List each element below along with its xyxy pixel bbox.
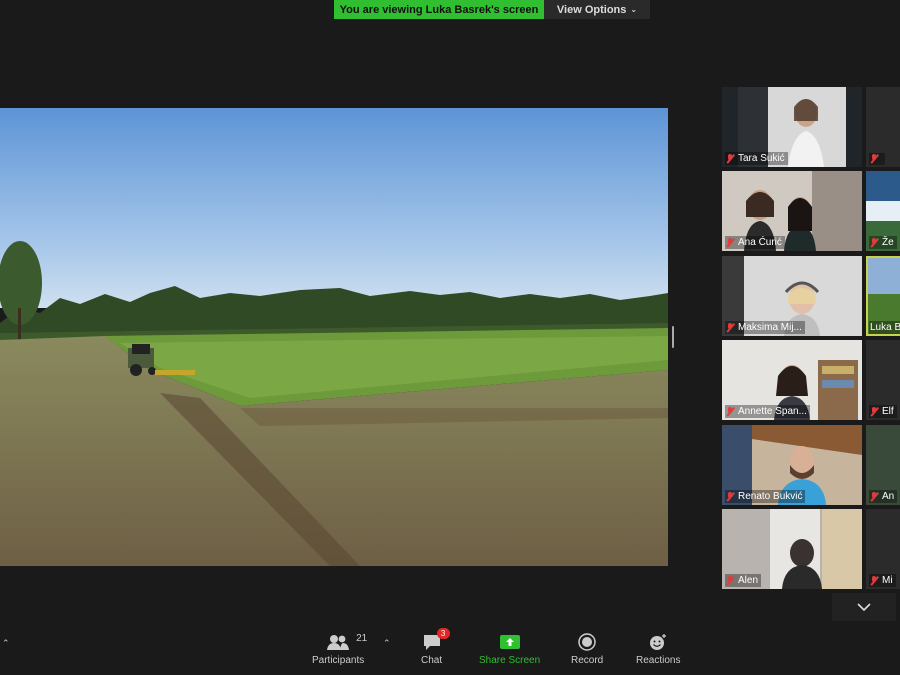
- chevron-up-icon[interactable]: ⌃: [2, 638, 10, 649]
- participant-tile[interactable]: Že: [866, 171, 900, 251]
- participant-tile[interactable]: [866, 87, 900, 167]
- muted-mic-icon: [870, 406, 879, 417]
- participant-name: An: [882, 491, 895, 502]
- participant-name: Mi: [882, 575, 893, 586]
- reactions-icon: [650, 634, 667, 650]
- participant-name: Renato Bukvić: [738, 491, 803, 502]
- participant-name: Tara Sukić: [738, 153, 785, 164]
- participant-name: Že: [882, 237, 894, 248]
- participant-tile[interactable]: Tara Sukić: [722, 87, 862, 167]
- chat-label: Chat: [421, 655, 443, 666]
- muted-mic-icon: [870, 154, 879, 164]
- share-screen-icon: [499, 635, 520, 649]
- share-screen-button[interactable]: Share Screen: [479, 632, 540, 666]
- participants-options-caret[interactable]: ⌃: [383, 638, 391, 649]
- participant-name-badge: Maksima Mij...: [725, 321, 805, 334]
- participant-name-badge: [869, 153, 885, 165]
- muted-mic-icon: [726, 575, 735, 586]
- participant-name-badge: Luka B: [869, 321, 900, 334]
- view-options-button[interactable]: View Options ⌄: [544, 0, 650, 19]
- participant-name-badge: Annette Span...: [725, 405, 810, 418]
- muted-mic-icon: [870, 491, 879, 502]
- record-label: Record: [571, 655, 604, 666]
- muted-mic-icon: [726, 322, 735, 333]
- participants-button[interactable]: 21 Participants: [312, 632, 368, 666]
- muted-mic-icon: [726, 153, 735, 164]
- chat-button[interactable]: 3 Chat: [421, 628, 450, 666]
- participant-name-badge: Renato Bukvić: [725, 490, 806, 503]
- participant-tile[interactable]: Alen: [722, 509, 862, 589]
- participant-name: Elf: [882, 406, 894, 417]
- participant-name-badge: Elf: [869, 405, 897, 418]
- reactions-label: Reactions: [636, 655, 681, 666]
- viewing-label: You are viewing Luka Basrek's screen: [334, 0, 544, 19]
- record-button[interactable]: Record: [571, 632, 603, 666]
- participant-tile[interactable]: Maksima Mij...: [722, 256, 862, 336]
- participant-name: Maksima Mij...: [738, 322, 802, 333]
- muted-mic-icon: [726, 237, 735, 248]
- participant-tile[interactable]: Ana Ćurić: [722, 171, 862, 251]
- participant-name-badge: Alen: [725, 574, 762, 587]
- view-options-label: View Options: [556, 3, 627, 16]
- participant-name: Ana Ćurić: [738, 237, 782, 248]
- muted-mic-icon: [726, 491, 735, 502]
- participants-label: Participants: [312, 655, 365, 666]
- meeting-toolbar: ⌃ 21 Participants ⌃ 3 Chat Share Screen …: [0, 628, 900, 675]
- reactions-button[interactable]: Reactions: [636, 632, 680, 666]
- participant-tile[interactable]: Elf: [866, 340, 900, 420]
- split-resize-handle[interactable]: [672, 326, 674, 348]
- muted-mic-icon: [870, 237, 879, 248]
- record-icon: [578, 633, 596, 651]
- participant-tile[interactable]: An: [866, 425, 900, 505]
- participants-icon: [327, 635, 350, 650]
- participant-name: Alen: [738, 575, 759, 586]
- participant-tile[interactable]: Renato Bukvić: [722, 425, 862, 505]
- gallery-scroll-down-button[interactable]: [832, 593, 896, 621]
- participant-name-badge: Tara Sukić: [725, 152, 788, 165]
- shared-screen: [0, 108, 668, 566]
- participant-name: Luka B: [870, 322, 900, 333]
- participant-tile[interactable]: Annette Span...: [722, 340, 862, 420]
- participant-name-badge: Mi: [869, 574, 896, 587]
- chat-unread-badge: 3: [436, 628, 450, 639]
- participant-name-badge: Že: [869, 236, 897, 249]
- screen-share-banner: You are viewing Luka Basrek's screen Vie…: [334, 0, 650, 19]
- chevron-down-icon: [857, 603, 871, 611]
- share-screen-label: Share Screen: [479, 655, 541, 666]
- muted-mic-icon: [726, 406, 735, 417]
- active-speaker-tile[interactable]: Luka B: [866, 256, 900, 336]
- muted-mic-icon: [870, 575, 879, 586]
- chevron-down-icon: ⌄: [630, 5, 638, 14]
- participants-count: 21: [356, 633, 368, 644]
- participant-name-badge: An: [869, 490, 898, 503]
- participant-name: Annette Span...: [738, 406, 807, 417]
- shared-screen-photo: [0, 108, 668, 566]
- participant-name-badge: Ana Ćurić: [725, 236, 785, 249]
- participant-tile[interactable]: Mi: [866, 509, 900, 589]
